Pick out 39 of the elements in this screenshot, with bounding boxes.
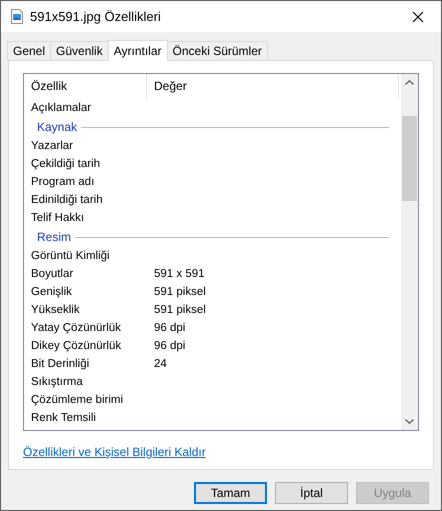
dialog-button[interactable]: Tamam — [194, 482, 267, 504]
dialog-button[interactable]: İptal — [275, 482, 348, 504]
column-header[interactable]: Özellik — [24, 74, 147, 99]
window-title: 591x591.jpg Özellikleri — [30, 9, 162, 24]
property-name: Sıkıştırma — [30, 376, 84, 388]
chevron-down-icon — [405, 419, 414, 424]
tab[interactable]: Önceki Sürümler — [166, 41, 268, 60]
property-name: Telif Hakkı — [30, 212, 86, 224]
remove-properties-link[interactable]: Özellikleri ve Kişisel Bilgileri Kaldır — [23, 445, 206, 459]
group-header: Kaynak — [37, 120, 78, 134]
scrollbar[interactable] — [401, 74, 418, 430]
property-name: Yatay Çözünürlük — [30, 322, 122, 334]
property-name: Genişlik — [30, 286, 73, 298]
tab[interactable]: Genel — [7, 41, 52, 60]
property-value: 591 piksel — [153, 304, 207, 316]
property-name: Boyutlar — [30, 268, 74, 280]
column-header[interactable]: Değer — [147, 74, 399, 99]
property-name: Dikey Çözünürlük — [30, 340, 122, 352]
property-name: Çekildiği tarih — [30, 158, 102, 170]
property-name: Yazarlar — [30, 140, 74, 152]
property-name: Açıklamalar — [30, 102, 92, 114]
property-name: Görüntü Kimliği — [30, 250, 111, 262]
property-name: Edinildiği tarih — [30, 194, 104, 206]
close-icon — [412, 10, 424, 22]
property-value: 96 dpi — [153, 340, 186, 352]
property-value: 24 — [153, 358, 168, 370]
scrollbar-thumb[interactable] — [402, 116, 417, 201]
group-header: Resim — [37, 230, 72, 244]
property-value: 96 dpi — [153, 322, 186, 334]
image-file-icon — [11, 9, 23, 24]
property-value: 591 x 591 — [153, 268, 206, 280]
property-value: 591 piksel — [153, 286, 207, 298]
chevron-up-icon — [405, 80, 414, 85]
tab[interactable]: Ayrıntılar — [108, 40, 168, 61]
property-name: Çözümleme birimi — [30, 394, 124, 406]
property-name: Program adı — [30, 176, 96, 188]
property-name: Yükseklik — [30, 304, 81, 316]
property-name: Bit Derinliği — [30, 358, 90, 370]
property-name: Renk Temsili — [30, 412, 97, 424]
